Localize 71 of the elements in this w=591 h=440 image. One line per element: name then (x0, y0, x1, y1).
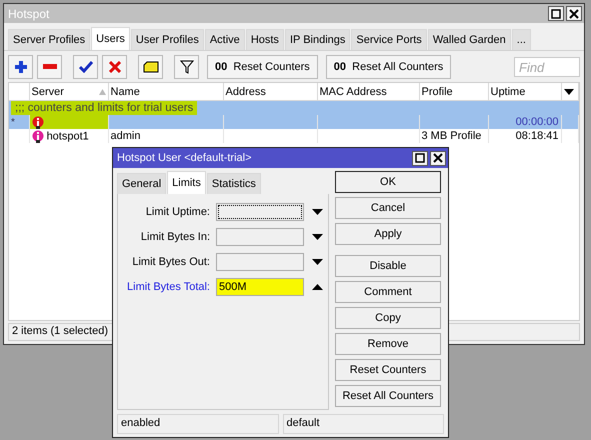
dialog-button[interactable]: Reset All Counters (335, 385, 441, 407)
dialog-button[interactable]: Reset Counters (335, 359, 441, 381)
tab[interactable]: Active (204, 29, 245, 50)
expand-arrow-icon[interactable] (312, 234, 323, 240)
minus-icon (42, 64, 56, 70)
tab[interactable]: Walled Garden (428, 29, 511, 50)
dialog-button[interactable]: Copy (335, 307, 441, 329)
tab[interactable]: Server Profiles (8, 29, 90, 50)
tab[interactable]: Users (91, 27, 130, 50)
dialog-title: Hotspot User <default-trial> (117, 152, 252, 164)
input-field[interactable]: 500M (216, 278, 304, 296)
dialog-button[interactable]: Apply (335, 223, 441, 245)
tab[interactable]: ... (512, 29, 531, 50)
find-field[interactable]: Find (514, 57, 580, 77)
column-header[interactable]: Profile (419, 83, 488, 100)
checkmark-icon (78, 61, 92, 73)
column-header[interactable]: Address (223, 83, 317, 100)
table-cell: 00:00:00 (516, 116, 558, 128)
dialog-button[interactable]: Cancel (335, 197, 441, 219)
maximize-button[interactable] (412, 150, 428, 166)
close-button[interactable] (566, 6, 582, 21)
cross-icon (108, 61, 120, 73)
reset-button[interactable]: 00 Reset Counters (207, 55, 318, 79)
dialog-button[interactable]: Remove (335, 333, 441, 355)
tab[interactable]: User Profiles (130, 29, 204, 50)
dialog-button[interactable]: Comment (335, 281, 441, 303)
column-header[interactable]: Uptime (488, 83, 561, 100)
user-row[interactable]: * 00:00:00 (9, 115, 578, 129)
close-button[interactable] (430, 150, 446, 166)
table-cell: 08:18:41 (516, 130, 558, 142)
status-text: default (282, 414, 444, 434)
plus-icon (14, 60, 28, 74)
input-field[interactable] (216, 253, 304, 271)
column-menu-button[interactable] (561, 83, 578, 100)
column-header[interactable]: Server (29, 83, 108, 100)
column-header[interactable]: MAC Address (317, 83, 419, 100)
reset-button[interactable]: 00 Reset All Counters (326, 55, 452, 79)
tab[interactable]: Hosts (246, 29, 284, 50)
user-row[interactable]: hotspot1 admin 3 MB Profile 08:18:41 (9, 129, 578, 143)
input-field[interactable] (216, 228, 304, 246)
dialog-button[interactable]: OK (335, 171, 441, 193)
field-label: Limit Bytes Total: (126, 281, 210, 293)
table-cell: hotspot1 (46, 130, 89, 142)
field-label: Limit Bytes In: (140, 231, 210, 243)
caret-icon (564, 88, 574, 94)
toolbar-button[interactable] (73, 55, 98, 79)
window-title: Hotspot (8, 6, 50, 20)
note-icon (142, 61, 158, 73)
row-marker: * (11, 116, 15, 128)
input-field[interactable] (216, 203, 304, 221)
column-header[interactable]: Name (108, 83, 223, 100)
field-label: Limit Uptime: (144, 206, 210, 218)
status-text: enabled (117, 414, 278, 434)
toolbar-button[interactable] (8, 55, 33, 79)
maximize-button[interactable] (548, 6, 564, 21)
filter-icon (180, 60, 194, 74)
toolbar-button[interactable] (174, 55, 199, 79)
toolbar-button[interactable] (138, 55, 163, 79)
tab[interactable]: Service Ports (351, 29, 427, 50)
expand-arrow-icon[interactable] (312, 209, 323, 215)
tab[interactable]: General (117, 173, 166, 194)
table-cell: 3 MB Profile (422, 130, 482, 142)
tab[interactable]: Limits (167, 171, 206, 194)
table-cell: admin (110, 130, 140, 142)
expand-arrow-icon[interactable] (312, 259, 323, 265)
comment-text: ;;; counters and limits for trial users (11, 101, 198, 115)
tab[interactable]: Statistics (206, 173, 261, 194)
dialog-button[interactable]: Disable (335, 255, 441, 277)
field-label: Limit Bytes Out: (131, 256, 210, 268)
collapse-arrow-icon[interactable] (312, 284, 323, 290)
tab[interactable]: IP Bindings (284, 29, 350, 50)
